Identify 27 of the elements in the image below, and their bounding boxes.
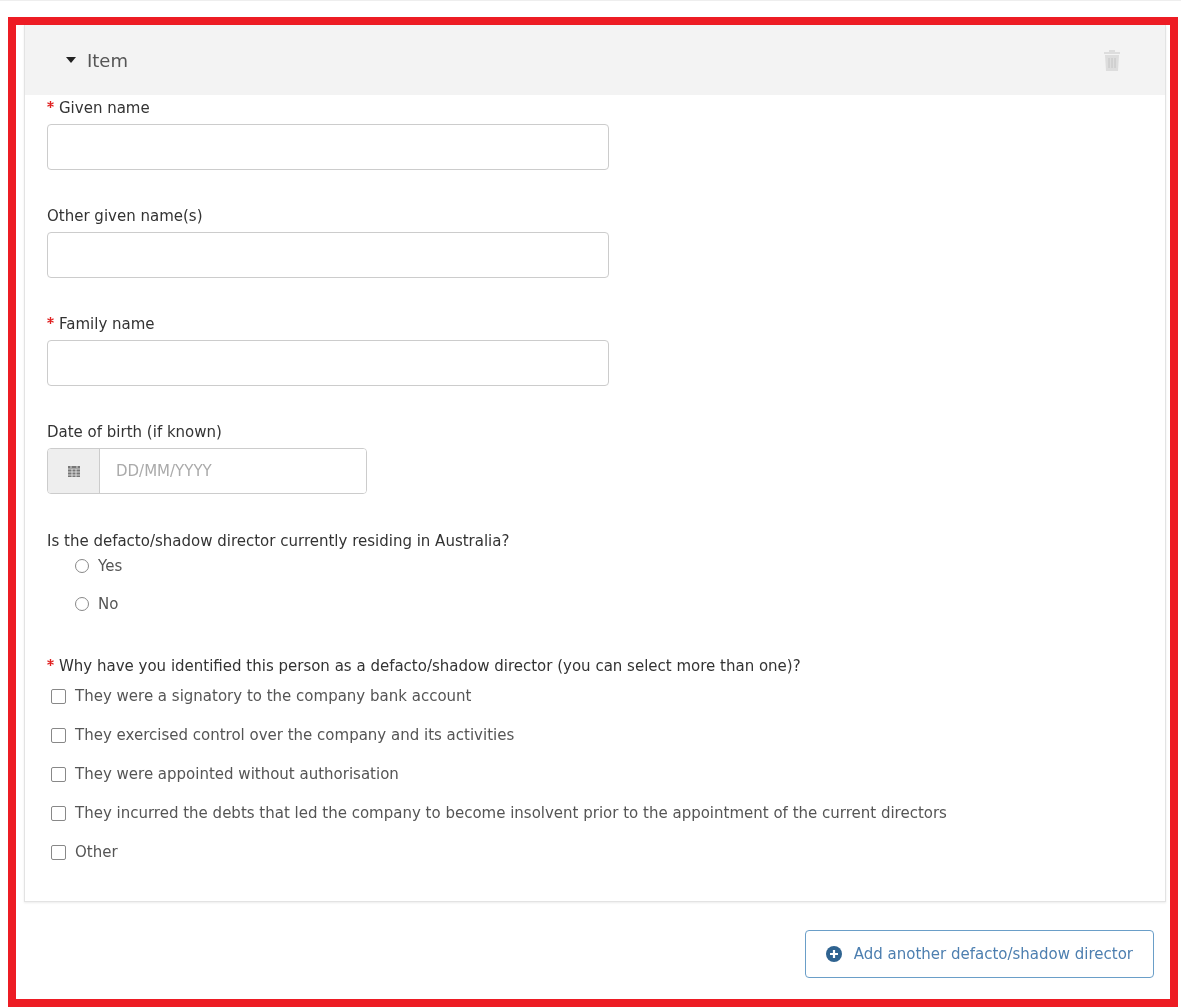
caret-icon <box>65 56 77 64</box>
add-director-button[interactable]: Add another defacto/shadow director <box>804 930 1154 978</box>
text-field[interactable] <box>47 124 609 170</box>
field-label: Why have you identified this person as a defacto/shadow director (you can select more than one)? <box>59 657 801 675</box>
checkbox[interactable] <box>51 766 66 782</box>
text-field[interactable] <box>47 340 609 386</box>
date-field[interactable]: DD/MM/YYYY <box>47 448 367 494</box>
plus-circle-icon <box>825 946 842 962</box>
item-toggle[interactable]: Item <box>65 49 128 71</box>
field-label: Is the defacto/shadow director currently residing in Australia? <box>47 532 510 550</box>
checkbox[interactable] <box>51 844 66 860</box>
checkbox[interactable] <box>51 805 66 821</box>
checkbox[interactable] <box>51 688 66 704</box>
option-label: They exercised control over the company and its activities <box>75 726 515 744</box>
field-label: Other given name(s) <box>47 207 203 225</box>
field-label: Family name <box>59 315 155 333</box>
checkbox[interactable] <box>51 727 66 743</box>
calendar-icon <box>66 464 81 478</box>
text-field[interactable] <box>47 232 609 278</box>
option-label: They were appointed without authorisation <box>75 765 399 783</box>
option-label: They incurred the debts that led the company to become insolvent prior to the appointment of the current directors <box>75 804 947 822</box>
option-label: No <box>98 595 119 613</box>
field-label: Given name <box>59 99 150 117</box>
field-label: Date of birth (if known) <box>47 423 222 441</box>
option-label: Other <box>75 843 118 861</box>
option-label: Yes <box>98 557 123 575</box>
option-label: They were a signatory to the company bank account <box>75 687 472 705</box>
